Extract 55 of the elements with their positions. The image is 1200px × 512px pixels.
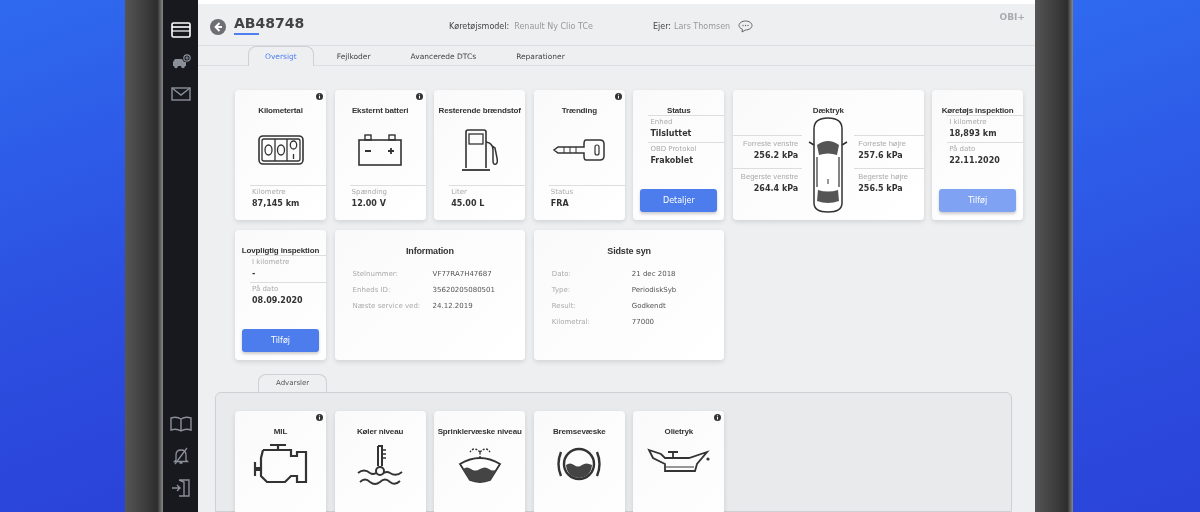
- card-title: Olietryk: [663, 427, 695, 436]
- card-title: Bremsevæske: [551, 427, 607, 436]
- car-plus-icon[interactable]: [170, 54, 191, 70]
- tire-pressure: 257.6 kPa: [858, 151, 904, 160]
- card-title: Lovpligtig inspektion: [240, 246, 321, 255]
- book-icon[interactable]: [169, 416, 192, 432]
- odometer-icon: [257, 135, 304, 165]
- model-label: Køretøjsmodel:: [449, 22, 510, 31]
- key-icon: [552, 136, 607, 164]
- action-button[interactable]: Tilføj: [242, 329, 319, 352]
- field-value: 45.00 L: [451, 199, 486, 208]
- thermometer-icon: [356, 444, 405, 486]
- card-title: Trænding: [560, 106, 598, 115]
- info-icon[interactable]: [316, 414, 323, 421]
- exit-icon[interactable]: [170, 479, 191, 497]
- card-title: Eksternt batteri: [350, 106, 410, 115]
- owner-value: Lars Thomsen: [674, 22, 731, 31]
- field-value: 12.00 V: [351, 199, 387, 208]
- info-icon[interactable]: [415, 93, 423, 100]
- field-value: FRA: [550, 199, 570, 208]
- card-title: Sprinklervæske niveau: [436, 427, 523, 436]
- card-title: Resterende brændstof: [437, 106, 522, 115]
- info-icon[interactable]: [614, 93, 622, 100]
- info-icon[interactable]: [714, 414, 722, 421]
- field-value: 08.09.2020: [252, 296, 304, 305]
- tire-pressure: 256.2 kPa: [752, 151, 799, 160]
- action-button[interactable]: Detaljer: [640, 189, 718, 212]
- card-title: MIL: [272, 427, 289, 436]
- mail-icon[interactable]: [170, 87, 191, 101]
- owner-label: Ejer:: [652, 22, 671, 31]
- card-title: Sidste syn: [606, 246, 652, 256]
- field-value: Tilsluttet: [650, 129, 693, 138]
- card-title: Køretøjs inspektion: [940, 106, 1015, 115]
- card-icon[interactable]: [170, 22, 191, 38]
- engine-icon: [252, 444, 309, 484]
- logo-text: OBI+: [999, 12, 1025, 23]
- card-title: Status: [666, 106, 692, 115]
- field-value: 87,145 km: [252, 199, 301, 208]
- back-icon[interactable]: [210, 18, 226, 35]
- info-icon[interactable]: [316, 93, 323, 100]
- field-value: 18,893 km: [949, 129, 998, 138]
- chat-icon[interactable]: [738, 20, 754, 33]
- tire-pressure: 264.4 kPa: [752, 184, 799, 193]
- field-value: -: [252, 269, 257, 278]
- card-title: Information: [404, 246, 455, 256]
- tire-pressure: 256.5 kPa: [858, 184, 904, 193]
- field-value: Frakoblet: [650, 156, 694, 165]
- card-title: Dæktryk: [811, 106, 845, 115]
- bell-off-icon[interactable]: [171, 447, 190, 465]
- card-title: Køler niveau: [356, 427, 405, 436]
- fuel-pump-icon: [459, 128, 500, 172]
- card-title: Kilometertal: [257, 106, 304, 115]
- model-value: Renault Ny Clio TCe: [514, 22, 593, 31]
- battery-icon: [357, 134, 404, 166]
- field-value: 22.11.2020: [949, 156, 1001, 165]
